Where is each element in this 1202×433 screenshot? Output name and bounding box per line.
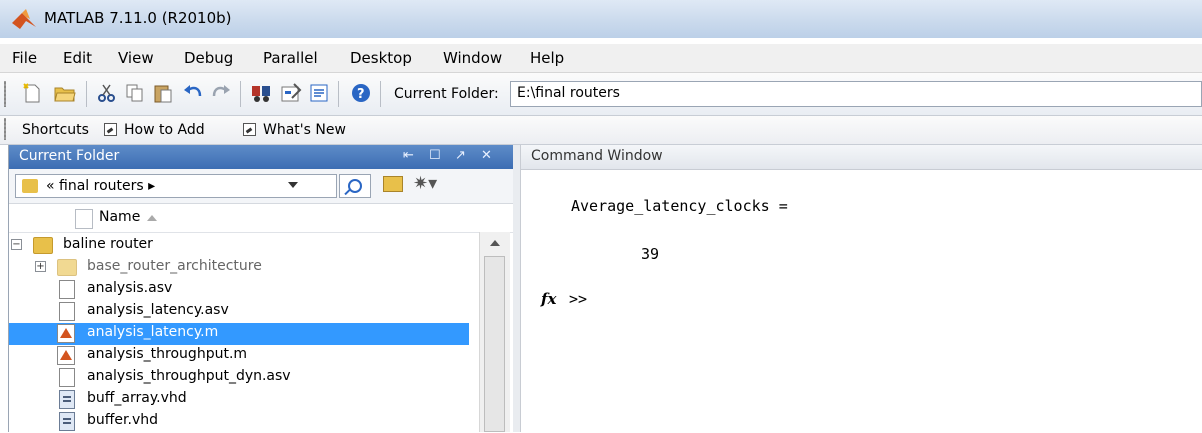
shortcut-link-icon (243, 123, 256, 136)
main-toolbar: ? Current Folder: E:\final routers (0, 73, 1202, 116)
folder-icon (22, 179, 38, 193)
shortcuts-label[interactable]: Shortcuts (22, 122, 89, 138)
name-column-header[interactable]: Name (99, 209, 140, 225)
menu-file[interactable]: File (12, 49, 37, 67)
matlab-file-icon (57, 346, 75, 365)
function-browser-icon[interactable]: fx (541, 290, 556, 308)
up-folder-icon[interactable] (383, 176, 403, 192)
collapse-icon[interactable]: − (11, 239, 22, 250)
gear-icon[interactable]: ✷▾ (413, 173, 437, 194)
vhdl-file-icon (59, 390, 75, 409)
file-icon (59, 368, 75, 387)
list-item[interactable]: − baline router (9, 235, 469, 257)
menu-debug[interactable]: Debug (184, 49, 233, 67)
list-item[interactable]: + base_router_architecture (9, 257, 469, 279)
panel-splitter[interactable] (513, 145, 520, 432)
current-folder-label: Current Folder: (394, 86, 499, 102)
redo-icon[interactable] (210, 82, 232, 104)
folder-address-text: « final routers ▸ (46, 178, 156, 194)
toolbar-grip[interactable] (4, 81, 6, 107)
vhdl-file-icon (59, 412, 75, 431)
folder-address-field[interactable]: « final routers ▸ (15, 174, 337, 198)
chevron-down-icon[interactable] (288, 182, 298, 188)
whats-new-link[interactable]: What's New (263, 122, 346, 138)
svg-text:?: ? (357, 87, 365, 102)
menu-bar: File Edit View Debug Parallel Desktop Wi… (0, 44, 1202, 73)
toolbar-separator (380, 81, 381, 107)
vertical-scrollbar[interactable] (479, 232, 510, 432)
maximize-icon[interactable]: ☐ (429, 148, 441, 163)
list-item-label: analysis_latency.m (87, 324, 219, 340)
command-window-title-bar: Command Window (521, 145, 1202, 170)
how-to-add-link[interactable]: How to Add (124, 122, 205, 138)
guide-icon[interactable] (280, 82, 302, 104)
list-item-label: analysis_throughput.m (87, 346, 248, 362)
output-variable-line: Average_latency_clocks = (571, 197, 788, 215)
folder-icon (57, 259, 77, 276)
scrollbar-thumb[interactable] (484, 256, 505, 432)
list-item-label: baline router (63, 236, 153, 252)
profiler-icon[interactable] (308, 82, 330, 104)
current-folder-title: Current Folder (19, 148, 120, 164)
simulink-icon[interactable] (250, 82, 272, 104)
command-window[interactable]: Command Window Average_latency_clocks = … (520, 145, 1202, 432)
cut-icon[interactable] (96, 82, 118, 104)
menu-window[interactable]: Window (443, 49, 502, 67)
list-item-label: analysis.asv (87, 280, 173, 296)
sort-ascending-icon (147, 215, 157, 221)
address-bar: « final routers ▸ ✷▾ (9, 169, 514, 204)
list-item-label: buffer.vhd (87, 412, 158, 428)
list-item-label: base_router_architecture (87, 258, 262, 274)
list-item-label: analysis_throughput_dyn.asv (87, 368, 291, 384)
window-title: MATLAB 7.11.0 (R2010b) (44, 9, 232, 27)
output-value: 39 (641, 245, 660, 263)
folder-icon (33, 237, 53, 254)
menu-parallel[interactable]: Parallel (263, 49, 318, 67)
toolbar-separator (240, 81, 241, 107)
undo-icon[interactable] (182, 82, 204, 104)
new-file-icon[interactable] (22, 82, 44, 104)
help-icon[interactable]: ? (350, 82, 372, 104)
search-button[interactable] (339, 174, 371, 198)
type-column-header[interactable] (75, 209, 93, 229)
shortcuts-grip[interactable] (4, 118, 6, 140)
list-item[interactable]: buffer.vhd (9, 411, 469, 433)
menu-desktop[interactable]: Desktop (350, 49, 412, 67)
dock-arrow-icon[interactable]: ↗ (455, 148, 466, 163)
column-header: Name (9, 204, 514, 233)
undock-icon[interactable]: ⇤ (403, 148, 414, 163)
matlab-file-icon (57, 324, 75, 343)
scroll-up-icon[interactable] (490, 240, 500, 246)
list-item-label: buff_array.vhd (87, 390, 187, 406)
command-window-title: Command Window (531, 148, 663, 164)
search-icon (348, 179, 362, 193)
expand-icon[interactable]: + (35, 261, 46, 272)
list-item-label: analysis_latency.asv (87, 302, 229, 318)
list-item[interactable]: analysis_throughput.m (9, 345, 469, 367)
menu-view[interactable]: View (118, 49, 154, 67)
menu-help[interactable]: Help (530, 49, 564, 67)
command-prompt[interactable]: >> (569, 290, 587, 308)
list-item[interactable]: buff_array.vhd (9, 389, 469, 411)
copy-icon[interactable] (124, 82, 146, 104)
title-bar: MATLAB 7.11.0 (R2010b) (0, 0, 1202, 38)
list-item-selected[interactable]: analysis_latency.m (9, 323, 469, 345)
close-icon[interactable]: ✕ (481, 148, 492, 163)
list-item[interactable]: analysis_throughput_dyn.asv (9, 367, 469, 389)
list-item[interactable]: analysis_latency.asv (9, 301, 469, 323)
current-folder-title-bar: Current Folder ⇤ ☐ ↗ ✕ (9, 145, 514, 169)
list-item[interactable]: analysis.asv (9, 279, 469, 301)
matlab-logo-icon (12, 9, 36, 29)
current-folder-panel: Current Folder ⇤ ☐ ↗ ✕ « final routers ▸… (8, 145, 515, 432)
paste-icon[interactable] (152, 82, 174, 104)
menu-edit[interactable]: Edit (63, 49, 92, 67)
open-folder-icon[interactable] (54, 82, 76, 104)
current-folder-path-field[interactable]: E:\final routers (510, 81, 1202, 107)
file-icon (59, 302, 75, 321)
shortcuts-bar: Shortcuts How to Add What's New (0, 116, 1202, 145)
shortcut-link-icon (104, 123, 117, 136)
toolbar-separator (86, 81, 87, 107)
file-icon (59, 280, 75, 299)
toolbar-separator (338, 81, 339, 107)
